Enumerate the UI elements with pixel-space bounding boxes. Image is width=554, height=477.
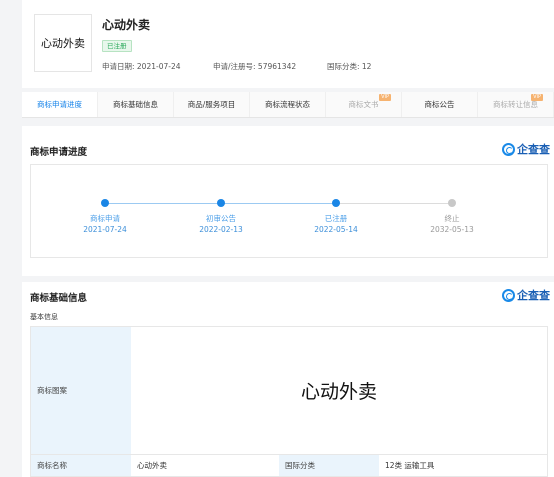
tab-announcements[interactable]: 商标公告 [402,92,478,117]
vip-badge: VIP [379,94,391,101]
step-dot [332,199,340,207]
tab-goods-services[interactable]: 商品/服务项目 [174,92,250,117]
qichacha-icon [502,288,515,302]
qichacha-icon [502,142,515,156]
mark-image: 心动外卖 [300,381,377,403]
registration-number: 申请/注册号: 57961342 [213,62,297,71]
step-dot [101,199,109,207]
progress-timeline: 商标申请 2021-07-24 初审公告 2022-02-13 已注册 2022… [30,164,548,258]
step-date: 2021-07-24 [83,225,127,234]
section-title: 商标申请进度 [30,147,88,158]
trademark-logo-text: 心动外卖 [41,37,85,50]
tab-basic-info[interactable]: 商标基础信息 [98,92,174,117]
step-label: 商标申请 [90,214,120,223]
step-date: 2032-05-13 [430,225,474,234]
trademark-header: 心动外卖 心动外卖 已注册 申请日期: 2021-07-24 申请/注册号: 5… [22,0,554,88]
apply-date: 申请日期: 2021-07-24 [102,62,181,71]
step-label: 已注册 [324,214,348,223]
step-date: 2022-02-13 [199,225,243,234]
trademark-title: 心动外卖 [102,18,151,32]
table-row: 商标名称 心动外卖 国际分类 12类 运输工具 [31,455,547,477]
mark-image-label: 商标图案 [31,327,131,454]
vip-badge: VIP [531,94,543,101]
class-value: 12类 运输工具 [385,461,435,470]
step-date: 2022-05-14 [314,225,358,234]
tab-application-progress[interactable]: 商标申请进度 [22,92,98,117]
timeline-line-pending [336,203,452,204]
basic-info-section: 商标基础信息 企查查 基本信息 商标图案 心动外卖 商标名称 心动外卖 国际分类… [22,282,554,477]
tab-documents[interactable]: 商标文书 VIP [326,92,402,117]
tab-transfer-info[interactable]: 商标转让信息 VIP [478,92,554,117]
tab-process-status[interactable]: 商标流程状态 [250,92,326,117]
step-label: 终止 [444,214,460,223]
step-label: 初审公告 [206,214,236,223]
class-label: 国际分类 [279,455,379,476]
application-progress-section: 商标申请进度 企查查 商标申请 2021-07-24 初审公告 2022-02-… [22,126,554,276]
name-value: 心动外卖 [137,461,167,470]
table-row: 商标图案 心动外卖 [31,327,547,455]
subsection-title: 基本信息 [30,313,58,321]
status-badge: 已注册 [102,40,132,52]
international-class: 国际分类: 12 [327,62,372,71]
qichacha-logo: 企查查 [502,141,550,157]
tab-bar: 商标申请进度 商标基础信息 商品/服务项目 商标流程状态 商标文书 VIP 商标公… [22,92,554,118]
step-dot [217,199,225,207]
qichacha-logo: 企查查 [502,287,550,303]
info-table: 商标图案 心动外卖 商标名称 心动外卖 国际分类 12类 运输工具 [30,326,548,477]
name-label: 商标名称 [31,455,131,476]
section-title: 商标基础信息 [30,293,88,304]
step-dot [448,199,456,207]
trademark-logo: 心动外卖 [34,14,92,72]
